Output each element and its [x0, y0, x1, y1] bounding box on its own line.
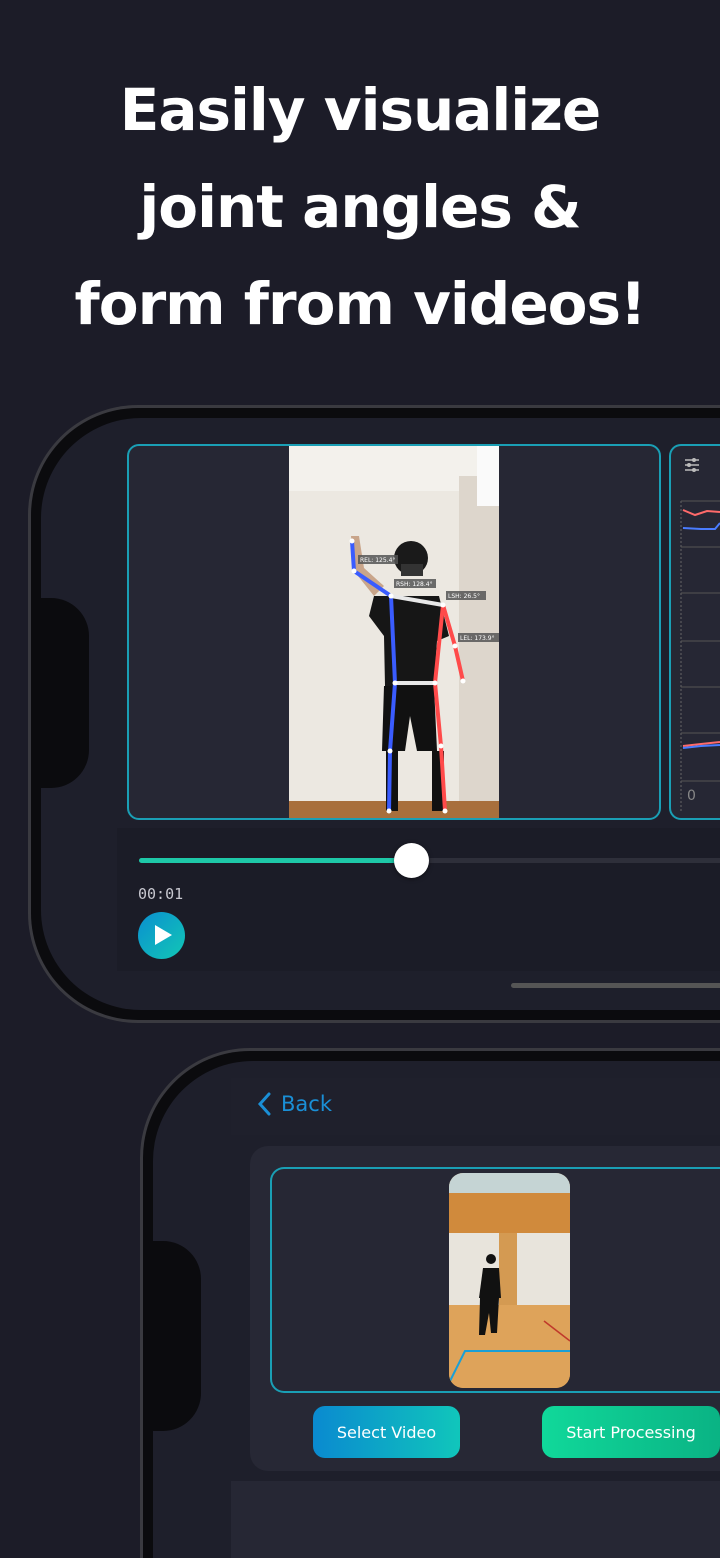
headline-line-3: form from videos! — [74, 270, 647, 338]
bottom-area — [231, 1481, 720, 1558]
headline: Easily visualize joint angles & form fro… — [0, 62, 720, 353]
camera-notch — [31, 598, 89, 788]
select-video-button[interactable]: Select Video — [313, 1406, 460, 1458]
phone-mockup-player: REL: 125.4° RSH: 128.4° LSH: 26.5° LEL: … — [28, 405, 720, 1023]
phone-mockup-upload: Back Select Video Start Processing — [140, 1048, 720, 1558]
headline-line-1: Easily visualize — [119, 76, 602, 144]
playback-controls: 00:01 — [117, 828, 720, 971]
joint-label-lsh: LSH: 26.5° — [448, 593, 480, 600]
home-indicator — [511, 983, 720, 988]
chevron-left-icon — [257, 1092, 271, 1116]
selected-video-panel — [270, 1167, 720, 1393]
axis-tick-zero: 0 — [687, 788, 696, 804]
current-time: 00:01 — [138, 885, 184, 903]
player-screen: REL: 125.4° RSH: 128.4° LSH: 26.5° LEL: … — [41, 418, 720, 1010]
video-panel: REL: 125.4° RSH: 128.4° LSH: 26.5° LEL: … — [127, 444, 661, 820]
back-button[interactable]: Back — [257, 1092, 332, 1116]
headline-line-2: joint angles & — [139, 173, 581, 241]
back-label: Back — [281, 1092, 332, 1116]
angle-chart — [680, 500, 720, 811]
seek-thumb[interactable] — [394, 843, 429, 878]
series-red — [682, 509, 720, 517]
series-blue — [682, 522, 720, 530]
seek-progress — [139, 858, 411, 863]
joint-label-rel: REL: 125.4° — [360, 557, 395, 564]
camera-notch — [143, 1241, 201, 1431]
play-button[interactable] — [138, 912, 185, 959]
video-thumbnail[interactable] — [449, 1173, 570, 1388]
upload-screen: Back Select Video Start Processing — [153, 1061, 720, 1558]
joint-label-lel: LEL: 173.9° — [460, 635, 495, 642]
nav-header: Back — [231, 1078, 720, 1135]
joint-label-rsh: RSH: 128.4° — [396, 581, 433, 588]
upload-card: Select Video Start Processing — [250, 1146, 720, 1471]
pose-video-frame: REL: 125.4° RSH: 128.4° LSH: 26.5° LEL: … — [289, 446, 499, 818]
angle-chart-panel: 0 — [669, 444, 720, 820]
start-processing-button[interactable]: Start Processing — [542, 1406, 720, 1458]
